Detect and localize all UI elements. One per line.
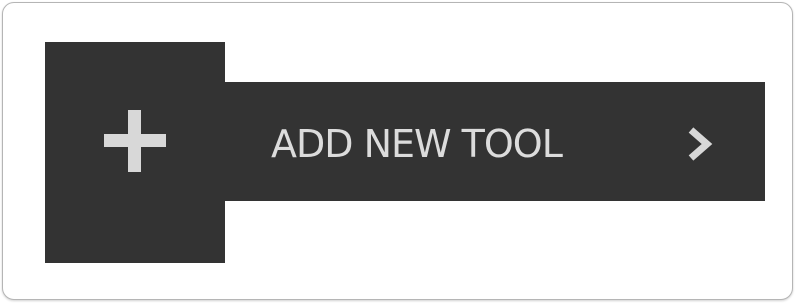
plus-icon[interactable] (104, 110, 166, 172)
add-new-tool-label[interactable]: ADD NEW TOOL (271, 118, 563, 170)
add-new-tool-button[interactable]: ADD NEW TOOL (0, 0, 799, 306)
chevron-right-icon[interactable] (684, 126, 716, 162)
